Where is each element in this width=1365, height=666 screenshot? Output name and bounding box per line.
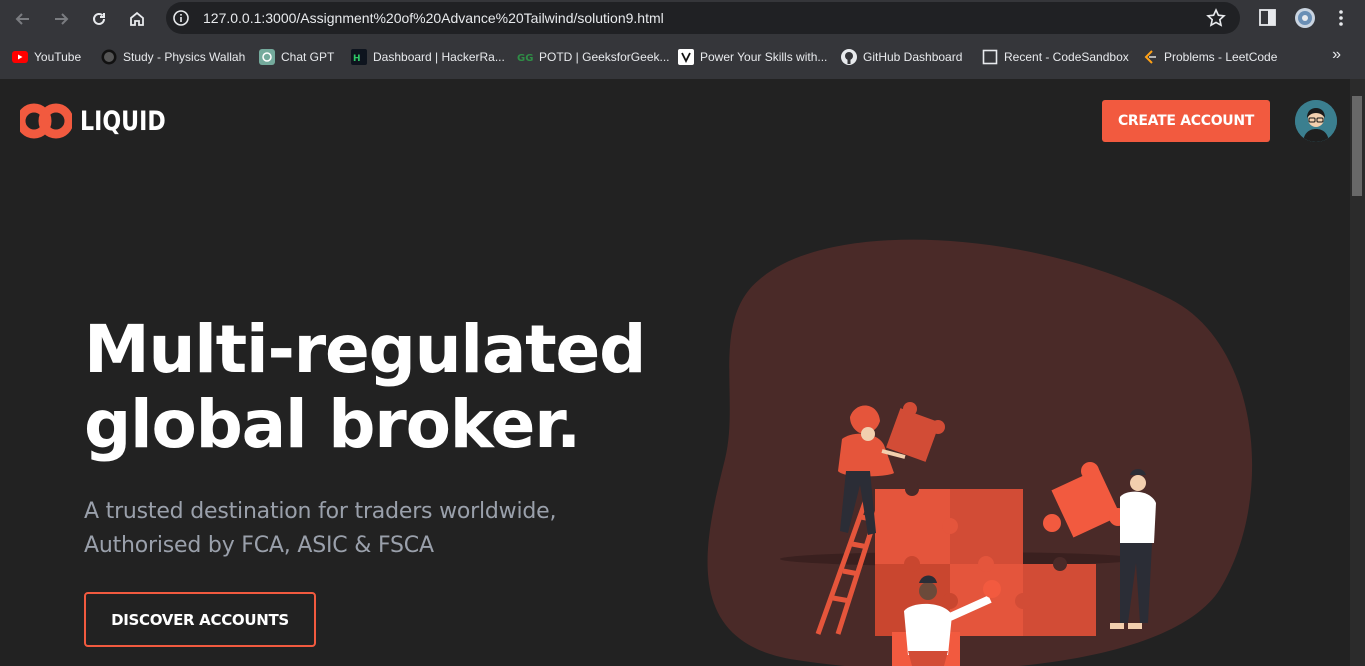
bookmark-star-icon[interactable] <box>1206 8 1226 33</box>
hero-subtitle-line-1: A trusted destination for traders worldw… <box>84 499 557 524</box>
page-scrollbar[interactable] <box>1350 79 1365 666</box>
bookmark-leetcode[interactable]: Problems - LeetCode <box>1142 48 1277 66</box>
bookmark-label: POTD | GeeksforGeek... <box>539 50 670 64</box>
home-button[interactable] <box>124 6 150 32</box>
hero-title: Multi-regulated global broker. <box>84 311 646 463</box>
arrow-left-icon <box>15 13 29 25</box>
forward-button[interactable] <box>48 6 74 32</box>
bookmark-power-skills[interactable]: Power Your Skills with... <box>678 48 827 66</box>
geeksforgeeks-icon: GG <box>517 49 533 65</box>
browser-menu-button[interactable] <box>1334 6 1348 35</box>
profile-avatar-icon <box>1295 8 1315 28</box>
discover-accounts-button[interactable]: DISCOVER ACCOUNTS <box>84 592 316 647</box>
bookmark-chatgpt[interactable]: Chat GPT <box>259 48 334 66</box>
bookmark-codesandbox[interactable]: Recent - CodeSandbox <box>982 48 1129 66</box>
hero-title-line-1: Multi-regulated <box>84 311 646 388</box>
hackerrank-icon: H <box>351 49 367 65</box>
svg-text:H: H <box>353 54 361 64</box>
skills-icon <box>678 49 694 65</box>
browser-chrome: 127.0.0.1:3000/Assignment%20of%20Advance… <box>0 0 1365 79</box>
codesandbox-icon <box>982 49 998 65</box>
hero-title-line-2: global broker. <box>84 386 581 463</box>
site-info-icon[interactable] <box>172 9 190 32</box>
bookmark-label: Problems - LeetCode <box>1164 50 1278 64</box>
side-panel-icon <box>1259 9 1276 26</box>
logo-text: LIQUID <box>80 105 166 137</box>
home-icon <box>130 11 144 26</box>
avatar-person-icon <box>1295 100 1337 142</box>
hero-subtitle: A trusted destination for traders worldw… <box>84 495 556 563</box>
more-bookmarks-button[interactable]: » <box>1332 46 1341 64</box>
side-panel-button[interactable] <box>1258 6 1278 35</box>
browser-toolbar: 127.0.0.1:3000/Assignment%20of%20Advance… <box>0 0 1365 37</box>
page-viewport: LIQUID CREATE ACCOUNT Multi-regulated gl… <box>0 79 1365 666</box>
youtube-icon <box>12 49 28 65</box>
bookmark-geeksforgeeks[interactable]: GG POTD | GeeksforGeek... <box>517 48 670 66</box>
hero-subtitle-line-2: Authorised by FCA, ASIC & FSCA <box>84 533 434 558</box>
bookmark-label: GitHub Dashboard <box>863 50 963 64</box>
bookmark-label: Dashboard | HackerRa... <box>373 50 505 64</box>
bookmark-github[interactable]: GitHub Dashboard <box>841 48 962 66</box>
scrollbar-thumb[interactable] <box>1352 96 1362 196</box>
bookmark-youtube[interactable]: YouTube <box>12 48 81 66</box>
back-button[interactable] <box>10 6 36 32</box>
github-icon <box>841 49 857 65</box>
url-text[interactable]: 127.0.0.1:3000/Assignment%20of%20Advance… <box>203 10 664 26</box>
profile-button[interactable] <box>1294 6 1316 35</box>
puzzle-team-illustration <box>707 239 1253 666</box>
chatgpt-icon <box>259 49 275 65</box>
bookmark-label: Chat GPT <box>281 50 335 64</box>
physics-wallah-icon <box>101 49 117 65</box>
infinity-logo-icon <box>20 103 72 139</box>
address-bar[interactable]: 127.0.0.1:3000/Assignment%20of%20Advance… <box>166 2 1240 34</box>
bookmark-label: YouTube <box>34 50 82 64</box>
site-logo[interactable]: LIQUID <box>20 100 185 142</box>
reload-button[interactable] <box>86 6 112 32</box>
bookmark-hackerrank[interactable]: H Dashboard | HackerRa... <box>351 48 505 66</box>
leetcode-icon <box>1142 49 1158 65</box>
bookmarks-bar: YouTube Study - Physics Wallah Chat GPT … <box>0 42 1365 72</box>
user-avatar[interactable] <box>1295 100 1337 142</box>
reload-icon <box>93 12 105 25</box>
bookmark-label: Study - Physics Wallah <box>123 50 246 64</box>
bookmark-label: Power Your Skills with... <box>700 50 828 64</box>
bookmark-label: Recent - CodeSandbox <box>1004 50 1129 64</box>
create-account-button[interactable]: CREATE ACCOUNT <box>1102 100 1270 142</box>
bookmark-physics-wallah[interactable]: Study - Physics Wallah <box>101 48 245 66</box>
kebab-menu-icon <box>1339 10 1343 26</box>
arrow-right-icon <box>55 13 69 25</box>
svg-text:GG: GG <box>517 53 533 64</box>
